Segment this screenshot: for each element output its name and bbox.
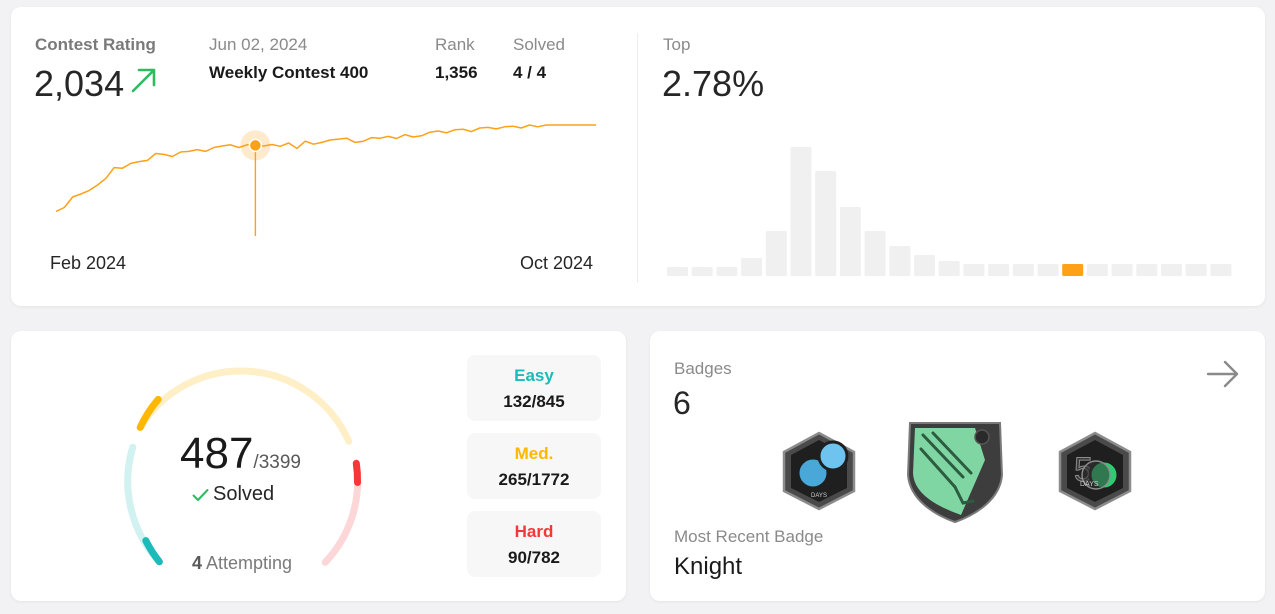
card-divider — [637, 33, 638, 283]
hard-ring-track — [321, 459, 362, 566]
distribution-bar[interactable] — [963, 264, 985, 276]
rating-distribution-chart[interactable] — [667, 137, 1237, 277]
distribution-bar[interactable] — [691, 267, 713, 276]
badges-label: Badges — [674, 359, 732, 378]
arrow-up-right-icon — [131, 68, 156, 93]
rank-label: Rank — [435, 35, 475, 54]
easy-value: 132/845 — [503, 392, 565, 411]
distribution-bar[interactable] — [988, 264, 1010, 276]
contest-rating-card: Contest Rating 2,034 Jun 02, 2024 Weekly… — [11, 7, 1265, 306]
check-icon — [192, 488, 209, 501]
distribution-bar[interactable] — [1210, 264, 1232, 276]
distribution-bar[interactable] — [839, 207, 861, 276]
contest-date: Jun 02, 2024 — [209, 35, 308, 54]
medium-ring-progress — [136, 395, 162, 431]
easy-label: Easy — [514, 366, 554, 385]
distribution-bar[interactable] — [790, 147, 812, 276]
distribution-bar[interactable] — [765, 231, 787, 276]
distribution-bar[interactable] — [1136, 264, 1158, 276]
easy-ring-track — [124, 443, 163, 566]
easy-ring-progress — [142, 537, 163, 566]
arrow-right-icon[interactable] — [1206, 359, 1240, 389]
solved-value: 4 / 4 — [513, 63, 547, 82]
badges-count: 6 — [673, 385, 691, 421]
top-label: Top — [663, 35, 691, 54]
distribution-bar-highlight[interactable] — [1062, 264, 1084, 276]
total-count: /3399 — [253, 452, 301, 473]
easy-difficulty-box[interactable]: Easy 132/845 — [467, 355, 601, 421]
solved-problems-card: 487/3399 Solved 4 Attempting Easy 132/84… — [11, 331, 626, 601]
distribution-bar[interactable] — [1111, 264, 1133, 276]
distribution-bar[interactable] — [1086, 264, 1108, 276]
top-percent-value: 2.78% — [662, 63, 765, 104]
distribution-bar[interactable] — [1012, 264, 1034, 276]
distribution-bar[interactable] — [1185, 264, 1207, 276]
distribution-bar[interactable] — [667, 267, 688, 276]
attempting-row: 4 Attempting — [192, 553, 292, 574]
medium-label: Med. — [514, 444, 554, 463]
hard-ring-progress — [352, 459, 362, 486]
days-badge-icon[interactable]: DAYS — [780, 431, 858, 511]
distribution-bar[interactable] — [864, 231, 886, 276]
badges-card: Badges 6 DAYS 5 DAYS Most Recent Badge K… — [650, 331, 1265, 601]
distribution-bar[interactable] — [1161, 264, 1182, 276]
50-days-badge-icon[interactable]: 5 DAYS — [1056, 431, 1134, 511]
hard-value: 90/782 — [508, 548, 560, 567]
distribution-bar[interactable] — [914, 255, 935, 276]
contest-rating-value: 2,034 — [34, 63, 125, 104]
solved-count: 487 — [180, 429, 254, 478]
solved-status-label: Solved — [213, 483, 275, 505]
recent-badge-name: Knight — [674, 553, 743, 580]
distribution-bar[interactable] — [741, 258, 763, 276]
rating-history-chart[interactable] — [41, 107, 611, 247]
svg-text:DAYS: DAYS — [811, 493, 827, 499]
medium-difficulty-box[interactable]: Med. 265/1772 — [467, 433, 601, 499]
medium-value: 265/1772 — [498, 470, 570, 489]
axis-end-label: Oct 2024 — [520, 253, 594, 273]
axis-start-label: Feb 2024 — [50, 253, 127, 273]
attempting-count: 4 — [192, 553, 203, 573]
distribution-bar[interactable] — [889, 246, 911, 276]
distribution-bar[interactable] — [938, 261, 960, 276]
solved-label: Solved — [513, 35, 565, 54]
recent-badge-label: Most Recent Badge — [674, 527, 824, 546]
contest-rating-label: Contest Rating — [35, 35, 156, 54]
svg-text:DAYS: DAYS — [1080, 481, 1099, 488]
rank-value: 1,356 — [435, 63, 478, 82]
rating-marker-dot[interactable] — [248, 138, 263, 153]
hard-difficulty-box[interactable]: Hard 90/782 — [467, 511, 601, 577]
attempting-label: Attempting — [202, 553, 293, 573]
distribution-bar[interactable] — [1037, 264, 1059, 276]
distribution-bar[interactable] — [716, 267, 738, 276]
contest-name[interactable]: Weekly Contest 400 — [209, 63, 368, 83]
rating-line — [55, 124, 596, 213]
distribution-bar[interactable] — [815, 171, 837, 276]
solved-count-row: 487/3399 — [180, 429, 301, 479]
knight-badge-icon[interactable] — [905, 415, 1005, 525]
hard-label: Hard — [514, 522, 554, 541]
solved-status-row: Solved — [192, 483, 274, 506]
